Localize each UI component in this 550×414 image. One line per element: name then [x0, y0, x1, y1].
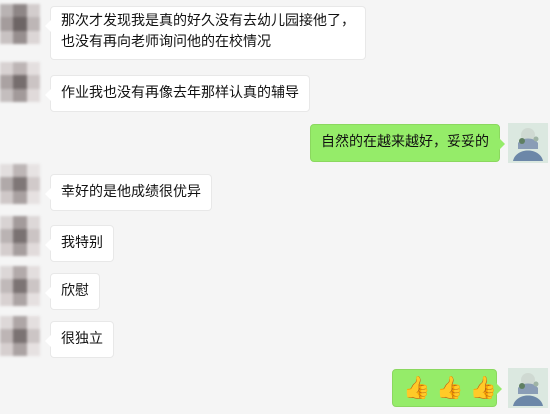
user-avatar[interactable]: [508, 123, 548, 163]
message-text: 也没有再向老师询问他的在校情况: [61, 34, 271, 50]
message-bubble[interactable]: 那次才发现我是真的好久没有去幼儿园接他了， 也没有再向老师询问他的在校情况: [45, 6, 366, 60]
message-text: 幸好的是他成绩很优异: [61, 184, 201, 200]
thumbs-up-icon: 👍: [436, 376, 464, 401]
thumbs-up-icon: 👍: [469, 376, 498, 401]
message-bubble[interactable]: 幸好的是他成绩很优异: [45, 174, 212, 211]
message-text: 我特别: [61, 235, 103, 251]
contact-avatar[interactable]: [0, 216, 40, 256]
contact-avatar[interactable]: [0, 62, 40, 102]
chat-window: 那次才发现我是真的好久没有去幼儿园接他了， 也没有再向老师询问他的在校情况 作业…: [0, 0, 550, 414]
user-avatar-image: [508, 368, 548, 408]
message-text: 作业我也没有再像去年那样认真的辅导: [61, 85, 299, 101]
message-text: 很独立: [61, 331, 103, 347]
user-avatar-image: [508, 123, 548, 163]
user-avatar[interactable]: [508, 368, 548, 408]
contact-avatar[interactable]: [0, 316, 40, 356]
emoji-row: 👍 👍 👍: [403, 377, 497, 401]
message-text: 那次才发现我是真的好久没有去幼儿园接他了，: [61, 13, 355, 29]
contact-avatar[interactable]: [0, 164, 40, 204]
message-text: 欣慰: [61, 283, 89, 299]
message-bubble-self[interactable]: 自然的在越来越好，妥妥的: [310, 124, 505, 162]
message-bubble[interactable]: 很独立: [45, 321, 114, 358]
contact-avatar[interactable]: [0, 4, 40, 44]
message-bubble[interactable]: 我特别: [45, 225, 114, 262]
message-bubble[interactable]: 作业我也没有再像去年那样认真的辅导: [45, 75, 310, 112]
contact-avatar[interactable]: [0, 266, 40, 306]
thumbs-up-icon: 👍: [403, 376, 431, 401]
message-bubble[interactable]: 欣慰: [45, 273, 100, 310]
message-bubble-self[interactable]: 👍 👍 👍: [392, 369, 502, 407]
message-text: 自然的在越来越好，妥妥的: [321, 134, 489, 150]
